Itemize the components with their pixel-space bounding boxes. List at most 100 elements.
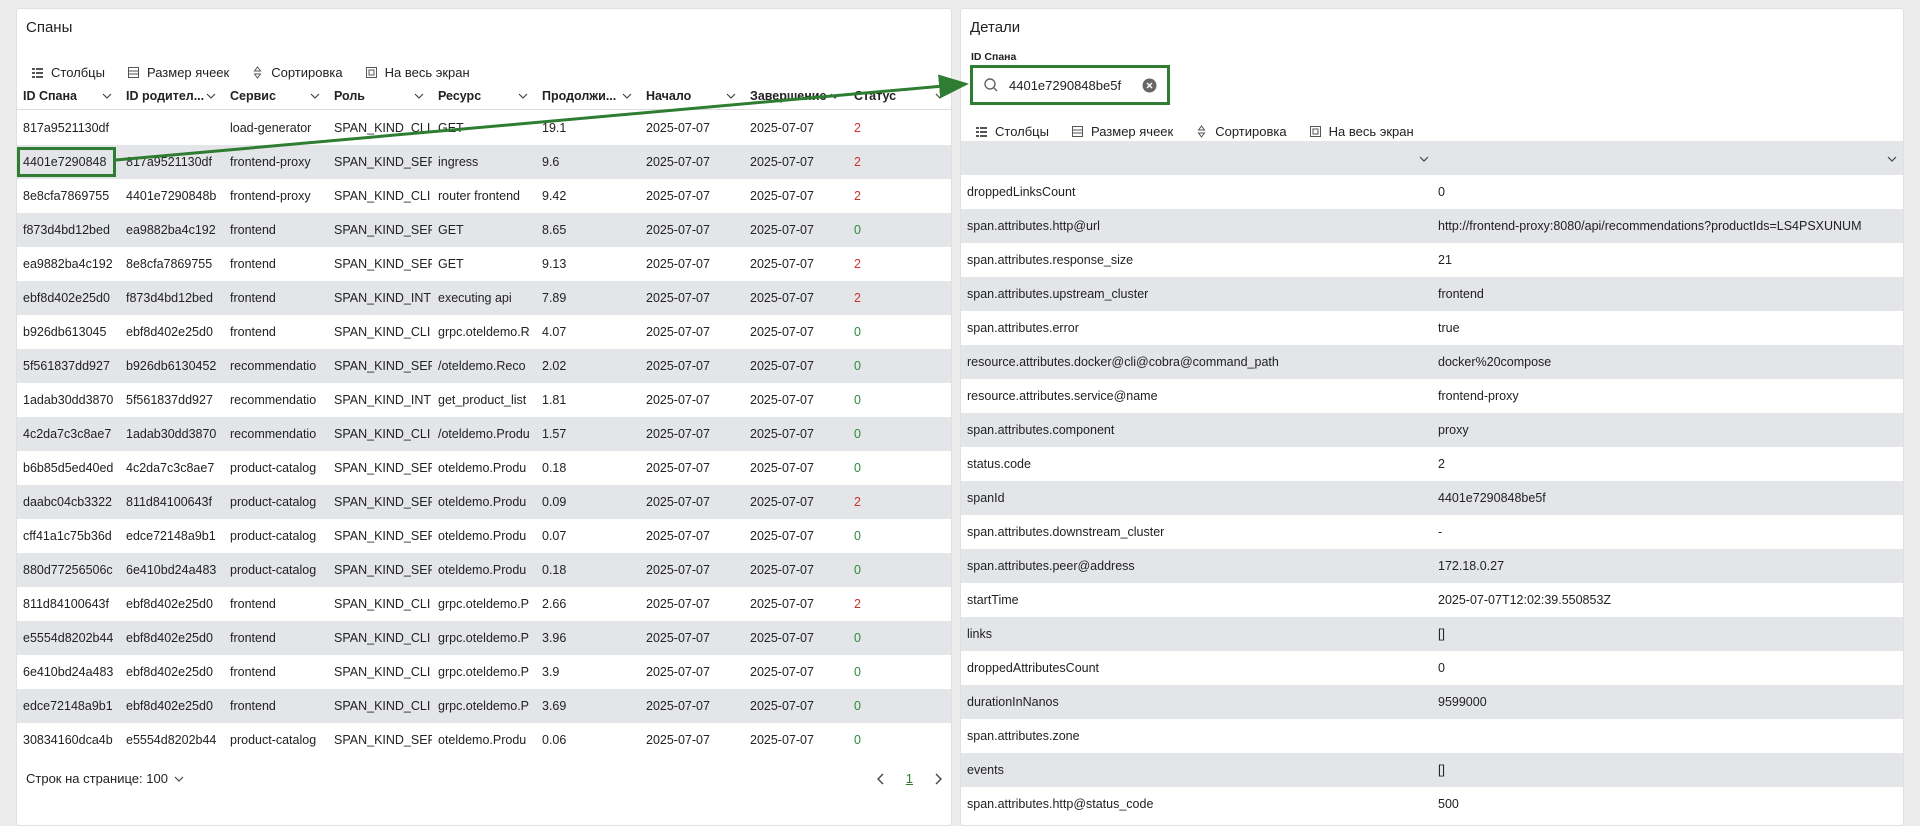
chevron-down-icon[interactable] (1419, 154, 1429, 164)
resource-cell: ingress (438, 155, 479, 169)
status-cell: 2 (854, 189, 861, 203)
table-row[interactable]: ea9882ba4c192 8e8cfa7869755 frontend SPAN_K… (17, 247, 951, 281)
duration-cell: 3.9 (542, 665, 560, 679)
table-row[interactable]: f873d4bd12bed ea9882ba4c192 frontend SPAN_K… (17, 213, 951, 247)
rows-per-page-select[interactable]: Строк на странице: 100 (26, 771, 184, 786)
span-id-cell: 30834160dca4b (23, 733, 113, 747)
detail-row[interactable]: span.attributes.http@url http://frontend-… (961, 209, 1903, 243)
parent-id-cell: 5f561837dd927 (126, 393, 213, 407)
column-header-role[interactable]: Роль (328, 82, 432, 110)
detail-row[interactable]: events [] (961, 753, 1903, 787)
column-header-start[interactable]: Начало (640, 82, 744, 110)
detail-row[interactable]: span.attributes.zone (961, 719, 1903, 753)
detail-row[interactable]: droppedLinksCount 0 (961, 175, 1903, 209)
cell-size-button[interactable]: Размер ячеек (1071, 124, 1173, 139)
table-row[interactable]: 817a9521130df load-generator SPAN_KIND_CLI… (17, 111, 951, 145)
columns-button[interactable]: Столбцы (975, 124, 1049, 139)
detail-row[interactable]: span.attributes.error true (961, 311, 1903, 345)
service-cell: frontend (230, 597, 276, 611)
table-row[interactable]: 880d77256506c 6e410bd24a483 product-catalo… (17, 553, 951, 587)
detail-row[interactable]: resource.attributes.service@name frontend… (961, 379, 1903, 413)
table-row[interactable]: daabc04cb3322 811d84100643f product-catalo… (17, 485, 951, 519)
table-row[interactable]: 4c2da7c3c8ae7 1adab30dd3870 recommendatio S… (17, 417, 951, 451)
columns-label: Столбцы (995, 123, 1049, 139)
span-id-input[interactable] (1009, 77, 1129, 93)
duration-cell: 0.18 (542, 563, 567, 577)
detail-row[interactable]: links [] (961, 617, 1903, 651)
column-header-span-id[interactable]: ID Спана (17, 82, 120, 110)
detail-row[interactable]: span.attributes.response_size 21 (961, 243, 1903, 277)
status-cell: 0 (854, 461, 861, 475)
span-id-cell: e5554d8202b44 (23, 631, 114, 645)
detail-row[interactable]: durationInNanos 9599000 (961, 685, 1903, 719)
start-cell: 2025-07-07 (646, 121, 710, 135)
detail-row[interactable]: spanId 4401e7290848be5f (961, 481, 1903, 515)
status-cell: 2 (854, 155, 861, 169)
column-header-end[interactable]: Завершение (744, 82, 848, 110)
selected-span-highlight (17, 147, 116, 177)
table-row[interactable]: edce72148a9b1 ebf8d402e25d0 frontend SPAN_K… (17, 689, 951, 723)
sort-button[interactable]: Сортировка (251, 65, 343, 80)
status-cell: 0 (854, 563, 861, 577)
table-row[interactable]: ebf8d402e25d0 f873d4bd12bed frontend SPAN_K… (17, 281, 951, 315)
sort-icon (253, 65, 262, 79)
end-cell: 2025-07-07 (750, 733, 814, 747)
role-cell: SPAN_KIND_SER (334, 529, 432, 543)
status-cell: 0 (854, 529, 861, 543)
detail-key: status.code (967, 457, 1031, 471)
table-row[interactable]: b6b85d5ed40ed 4c2da7c3c8ae7 product-catalo… (17, 451, 951, 485)
table-row[interactable]: 5f561837dd927 b926db6130452 recommendatio S… (17, 349, 951, 383)
status-cell: 2 (854, 257, 861, 271)
column-header-service[interactable]: Сервис (224, 82, 328, 110)
table-row[interactable]: 4401e7290848 817a9521130df frontend-proxy S… (17, 145, 951, 179)
page-number[interactable]: 1 (906, 771, 913, 786)
columns-button[interactable]: Столбцы (31, 65, 105, 80)
detail-value: http://frontend-proxy:8080/api/recommend… (1438, 219, 1862, 233)
detail-row[interactable]: resource.attributes.docker@cli@cobra@com… (961, 345, 1903, 379)
service-cell: frontend (230, 325, 276, 339)
spans-panel: Спаны Столбцы Размер ячеек Сортировка На… (16, 8, 952, 826)
service-cell: frontend (230, 699, 276, 713)
fullscreen-button[interactable]: На весь экран (365, 65, 470, 80)
spans-table-footer: Строк на странице: 100 1 (17, 765, 951, 795)
sort-button[interactable]: Сортировка (1195, 124, 1287, 139)
search-icon (984, 78, 998, 92)
table-row[interactable]: cff41a1c75b36d edce72148a9b1 product-catal… (17, 519, 951, 553)
span-id-cell: daabc04cb3322 (23, 495, 112, 509)
detail-value (1438, 719, 1898, 753)
chevron-right-icon[interactable] (933, 773, 943, 785)
clear-icon[interactable] (1142, 78, 1157, 93)
column-header-parent-id[interactable]: ID родител... (120, 82, 224, 110)
table-row[interactable]: 30834160dca4b e5554d8202b44 product-catalo… (17, 723, 951, 757)
detail-row[interactable]: span.attributes.component proxy (961, 413, 1903, 447)
resource-cell: grpc.oteldemo.P (438, 597, 530, 611)
column-header-duration[interactable]: Продолжи... (536, 82, 640, 110)
detail-row[interactable]: span.attributes.upstream_cluster frontend (961, 277, 1903, 311)
resource-cell: GET (438, 121, 464, 135)
table-row[interactable]: 1adab30dd3870 5f561837dd927 recommendatio S… (17, 383, 951, 417)
resource-cell: GET (438, 223, 464, 237)
table-row[interactable]: b926db613045 ebf8d402e25d0 frontend SPAN_KI… (17, 315, 951, 349)
service-cell: frontend (230, 631, 276, 645)
chevron-down-icon (518, 93, 528, 99)
detail-row[interactable]: startTime 2025-07-07T12:02:39.550853Z (961, 583, 1903, 617)
detail-row[interactable]: span.attributes.http@status_code 500 (961, 787, 1903, 821)
detail-row[interactable]: span.attributes.downstream_cluster - (961, 515, 1903, 549)
resource-cell: /oteldemo.Produ (438, 427, 530, 441)
table-row[interactable]: 6e410bd24a483 ebf8d402e25d0 frontend SPAN_K… (17, 655, 951, 689)
column-header-status[interactable]: Статус (848, 82, 951, 110)
table-row[interactable]: 8e8cfa7869755 4401e7290848b frontend-proxy… (17, 179, 951, 213)
detail-row[interactable]: droppedAttributesCount 0 (961, 651, 1903, 685)
chevron-down-icon[interactable] (1887, 154, 1897, 164)
resource-cell: executing api (438, 291, 512, 305)
table-row[interactable]: 811d84100643f ebf8d402e25d0 frontend SPAN_K… (17, 587, 951, 621)
table-row[interactable]: e5554d8202b44 ebf8d402e25d0 frontend SPAN_K… (17, 621, 951, 655)
fullscreen-button[interactable]: На весь экран (1309, 124, 1414, 139)
chevron-left-icon[interactable] (876, 773, 886, 785)
parent-id-cell: 817a9521130df (126, 155, 212, 169)
detail-row[interactable]: status.code 2 (961, 447, 1903, 481)
column-header-resource[interactable]: Ресурс (432, 82, 536, 110)
detail-row[interactable]: span.attributes.peer@address 172.18.0.27 (961, 549, 1903, 583)
cell-size-button[interactable]: Размер ячеек (127, 65, 229, 80)
parent-id-cell: f873d4bd12bed (126, 291, 213, 305)
